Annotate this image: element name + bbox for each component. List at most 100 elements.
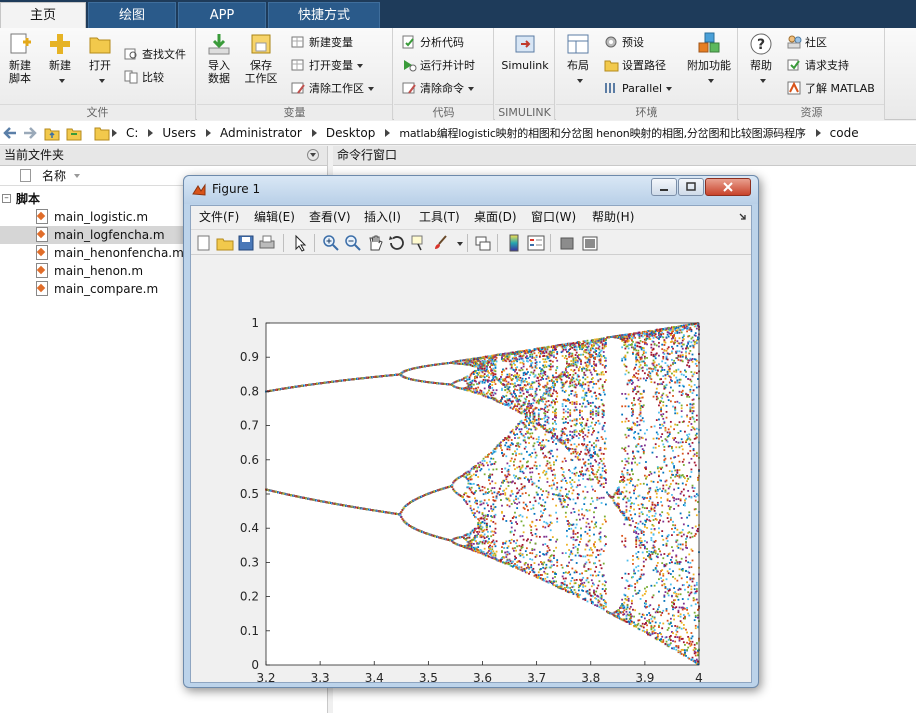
breadcrumb-item[interactable]: code — [830, 121, 859, 145]
minimize-button[interactable] — [651, 178, 677, 196]
figure-window[interactable]: Figure 1 文件(F) 编辑(E) 查看(V) 插入(I) 工具(T) 桌… — [183, 175, 759, 688]
tab-shortcuts[interactable]: 快捷方式 — [268, 2, 380, 28]
clear-commands-label: 清除命令 — [420, 82, 464, 95]
menu-desktop[interactable]: 桌面(D) — [474, 206, 517, 228]
tab-home[interactable]: 主页 — [0, 2, 86, 28]
pointer-icon[interactable] — [291, 234, 309, 252]
simulink-button[interactable]: Simulink — [495, 32, 555, 72]
clear-commands-button[interactable]: 清除命令 — [402, 79, 474, 99]
layout-button[interactable]: 布局 — [558, 32, 598, 85]
compare-icon — [124, 70, 139, 84]
breadcrumb-item[interactable]: Administrator — [220, 121, 302, 145]
data-point — [400, 516, 403, 518]
request-support-button[interactable]: 请求支持 — [787, 56, 849, 76]
data-cursor-icon[interactable] — [410, 234, 428, 252]
compare-button[interactable]: 比较 — [124, 68, 164, 88]
link-plot-icon[interactable] — [474, 234, 492, 252]
save-workspace-button[interactable]: 保存 工作区 — [241, 32, 281, 85]
print-icon[interactable] — [258, 234, 276, 252]
open-button[interactable]: 打开 — [80, 32, 120, 85]
menu-edit[interactable]: 编辑(E) — [254, 206, 295, 228]
collapse-toggle-icon[interactable]: – — [2, 194, 11, 203]
breadcrumb-item[interactable]: C: — [126, 121, 138, 145]
preferences-button[interactable]: 预设 — [604, 33, 644, 53]
zoom-in-icon[interactable] — [322, 234, 340, 252]
group-label: 脚本 — [16, 192, 41, 206]
maximize-button[interactable] — [678, 178, 704, 196]
close-button[interactable] — [705, 178, 751, 196]
figure-menubar: 文件(F) 编辑(E) 查看(V) 插入(I) 工具(T) 桌面(D) 窗口(W… — [191, 206, 751, 228]
breadcrumb-item[interactable]: matlab编程logistic映射的相图和分岔图 henon映射的相图,分岔图… — [399, 122, 806, 146]
set-path-label: 设置路径 — [622, 59, 666, 72]
clear-workspace-button[interactable]: 清除工作区 — [291, 79, 374, 99]
menu-help[interactable]: 帮助(H) — [592, 206, 634, 228]
menu-view[interactable]: 查看(V) — [309, 206, 351, 228]
ribbon-section-environment: 布局 预设 设置路径 Parallel 附加功能 环境 — [556, 28, 738, 120]
save-workspace-icon — [248, 32, 274, 56]
new-button[interactable]: 新建 — [40, 32, 80, 85]
browse-folder-icon[interactable] — [66, 125, 82, 141]
layout-icon — [565, 32, 591, 56]
new-script-icon — [7, 32, 33, 56]
menu-file[interactable]: 文件(F) — [199, 206, 239, 228]
clear-commands-caret-icon — [468, 87, 474, 91]
toolbar-separator — [497, 234, 498, 252]
rotate-3d-icon[interactable] — [388, 234, 406, 252]
menu-window[interactable]: 窗口(W) — [531, 206, 576, 228]
file-name: main_henon.m — [54, 264, 144, 278]
simulink-icon — [512, 32, 538, 56]
addons-button[interactable]: 附加功能 — [684, 32, 734, 85]
zoom-out-icon[interactable] — [344, 234, 362, 252]
set-path-button[interactable]: 设置路径 — [604, 56, 666, 76]
tab-plots[interactable]: 绘图 — [88, 2, 176, 28]
save-icon[interactable] — [237, 234, 255, 252]
menu-tools[interactable]: 工具(T) — [419, 206, 460, 228]
pan-hand-icon[interactable] — [366, 234, 384, 252]
parallel-icon — [604, 81, 619, 95]
file-name: main_henonfencha.m — [54, 246, 184, 260]
run-and-time-button[interactable]: 运行并计时 — [402, 56, 475, 76]
new-variable-button[interactable]: 新建变量 — [291, 33, 353, 53]
open-variable-button[interactable]: 打开变量 — [291, 56, 363, 76]
m-file-icon — [36, 227, 48, 242]
breadcrumb-item[interactable]: Desktop — [326, 121, 376, 145]
bifurcation-plot[interactable]: 3.2 3.3 3.4 3.5 3.6 3.7 3.8 3.9 4 00.10.20.30.40… — [191, 256, 751, 683]
panel-menu-icon[interactable] — [307, 149, 319, 161]
hide-plot-tools-icon[interactable] — [558, 234, 576, 252]
import-data-button[interactable]: 导入 数据 — [199, 32, 239, 85]
figure-titlebar[interactable]: Figure 1 — [184, 176, 758, 204]
learn-matlab-button[interactable]: 了解 MATLAB — [787, 79, 875, 99]
colorbar-icon[interactable] — [505, 234, 523, 252]
open-file-icon[interactable] — [216, 234, 234, 252]
set-path-folder-icon — [604, 58, 619, 72]
new-label: 新建 — [49, 59, 71, 72]
new-script-button[interactable]: 新建 脚本 — [0, 32, 40, 85]
new-caret-icon — [59, 79, 65, 83]
show-plot-tools-icon[interactable] — [581, 234, 599, 252]
figure-title: Figure 1 — [212, 182, 261, 196]
menu-insert[interactable]: 插入(I) — [364, 206, 401, 228]
back-arrow-icon[interactable] — [2, 125, 18, 141]
legend-icon[interactable] — [527, 234, 545, 252]
address-bar: C: Users Administrator Desktop matlab编程logis… — [0, 121, 916, 145]
parallel-button[interactable]: Parallel — [604, 79, 673, 99]
analyze-code-button[interactable]: 分析代码 — [402, 33, 464, 53]
brush-caret-icon[interactable] — [457, 242, 463, 246]
save-workspace-label: 保存 工作区 — [244, 59, 278, 85]
find-files-label: 查找文件 — [142, 48, 186, 61]
breadcrumb[interactable]: C: Users Administrator Desktop matlab编程logis… — [112, 121, 859, 145]
community-button[interactable]: 社区 — [787, 33, 827, 53]
breadcrumb-separator-icon — [815, 129, 821, 137]
breadcrumb-separator-icon — [206, 129, 212, 137]
up-folder-icon[interactable] — [44, 125, 60, 141]
find-files-button[interactable]: 查找文件 — [124, 45, 186, 65]
new-figure-icon[interactable] — [195, 234, 213, 252]
forward-arrow-icon[interactable] — [22, 125, 38, 141]
clear-workspace-label: 清除工作区 — [309, 82, 364, 95]
tab-apps[interactable]: APP — [178, 2, 266, 28]
preferences-label: 预设 — [622, 36, 644, 49]
breadcrumb-item[interactable]: Users — [162, 121, 196, 145]
brush-icon[interactable] — [432, 234, 450, 252]
ribbon-section-simulink: Simulink SIMULINK — [495, 28, 555, 120]
help-button[interactable]: ? 帮助 — [741, 32, 781, 85]
